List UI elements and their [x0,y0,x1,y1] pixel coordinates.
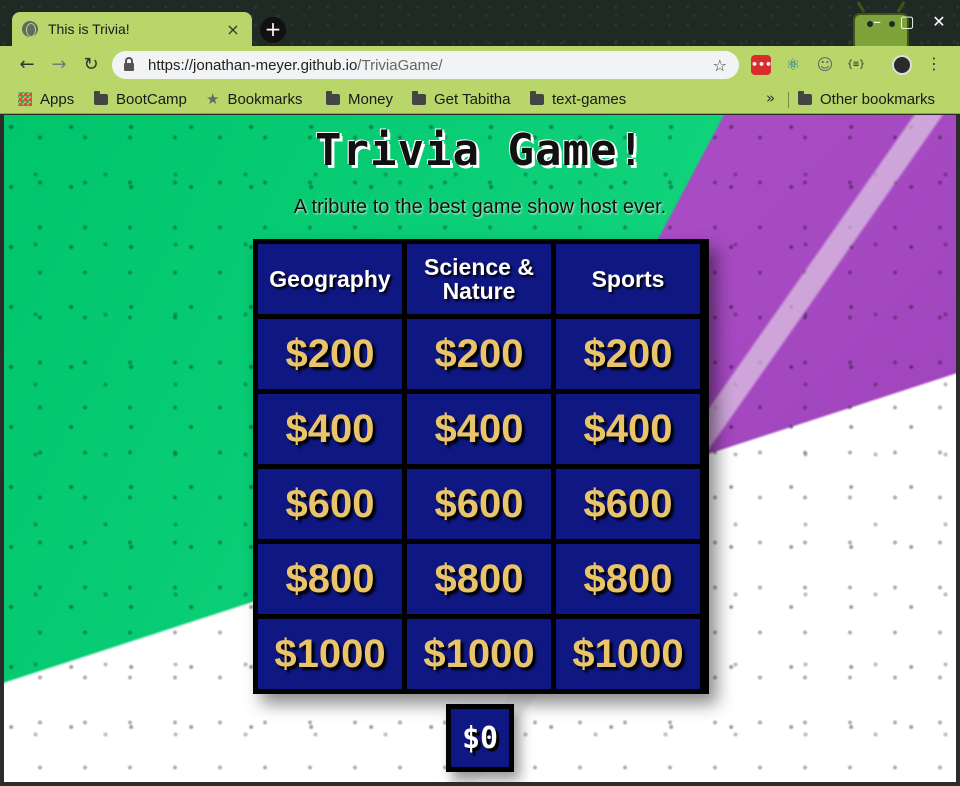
bookmarks-bar: Apps BootCamp ★ Bookmarks Money Get Tabi… [0,84,960,114]
bookmark-get-tabitha[interactable]: Get Tabitha [412,89,510,109]
folder-icon [412,90,426,105]
forward-button[interactable]: → [48,54,70,76]
tile-sports-800[interactable]: $800 [556,544,700,614]
back-button[interactable]: ← [16,54,38,76]
bookmark-money[interactable]: Money [326,89,393,109]
extension-lastpass-icon[interactable]: ••• [751,55,772,75]
tile-geography-800[interactable]: $800 [258,544,402,614]
folder-icon [326,90,340,105]
close-window-button[interactable]: ✕ [928,12,950,31]
category-geography: Geography [258,244,402,314]
tile-geography-1000[interactable]: $1000 [258,619,402,689]
folder-icon [798,90,812,105]
profile-avatar[interactable] [892,55,912,75]
star-icon: ★ [206,91,220,108]
reload-button[interactable]: ↻ [80,54,102,76]
bookmarks-overflow-chevron-icon[interactable]: » [766,89,775,107]
tab-title: This is Trivia! [48,21,130,37]
url-text[interactable]: https://jonathan-meyer.github.io/TriviaG… [148,57,713,74]
tile-geography-600[interactable]: $600 [258,469,402,539]
bookmarks-separator [788,92,789,108]
extension-react-icon[interactable]: ⚛ [783,55,803,75]
menu-dots-icon[interactable]: ⋮ [926,54,942,73]
bookmark-bookmarks[interactable]: ★ Bookmarks [206,89,302,109]
category-science-nature: Science & Nature [407,244,551,314]
browser-toolbar: ← → ↻ https://jonathan-meyer.github.io/T… [0,46,960,84]
page-title: Trivia Game! [315,125,645,176]
tile-science-800[interactable]: $800 [407,544,551,614]
tile-sports-200[interactable]: $200 [556,319,700,389]
trivia-board: Geography Science & Nature Sports $200 $… [253,239,709,694]
globe-icon [22,21,38,37]
tile-science-1000[interactable]: $1000 [407,619,551,689]
tile-science-200[interactable]: $200 [407,319,551,389]
page-viewport: Trivia Game! A tribute to the best game … [4,115,956,782]
new-tab-button[interactable]: + [260,17,286,43]
tile-science-400[interactable]: $400 [407,394,551,464]
tile-sports-600[interactable]: $600 [556,469,700,539]
tile-sports-400[interactable]: $400 [556,394,700,464]
address-bar[interactable]: https://jonathan-meyer.github.io/TriviaG… [112,51,739,79]
tile-geography-400[interactable]: $400 [258,394,402,464]
maximize-button[interactable]: ▢ [896,12,918,31]
title-bar: This is Trivia! × + – ▢ ✕ [0,0,960,46]
score-display: $0 [446,704,514,772]
bookmark-bootcamp[interactable]: BootCamp [94,89,187,109]
tile-science-600[interactable]: $600 [407,469,551,539]
category-sports: Sports [556,244,700,314]
browser-tab[interactable]: This is Trivia! × [12,12,252,46]
tile-sports-1000[interactable]: $1000 [556,619,700,689]
extension-face-icon[interactable]: ☺ [815,55,835,75]
minimize-button[interactable]: – [866,12,888,31]
extension-json-icon[interactable]: {≡} [846,55,866,75]
page-tagline: A tribute to the best game show host eve… [293,196,667,218]
bookmark-star-icon[interactable]: ☆ [713,56,727,75]
bookmark-apps[interactable]: Apps [18,89,74,109]
folder-icon [530,90,544,105]
lock-icon [124,57,134,71]
folder-icon [94,90,108,105]
bookmark-other[interactable]: Other bookmarks [798,89,935,109]
close-tab-button[interactable]: × [224,20,242,39]
apps-grid-icon [18,92,32,106]
bookmark-text-games[interactable]: text-games [530,89,626,109]
tile-geography-200[interactable]: $200 [258,319,402,389]
